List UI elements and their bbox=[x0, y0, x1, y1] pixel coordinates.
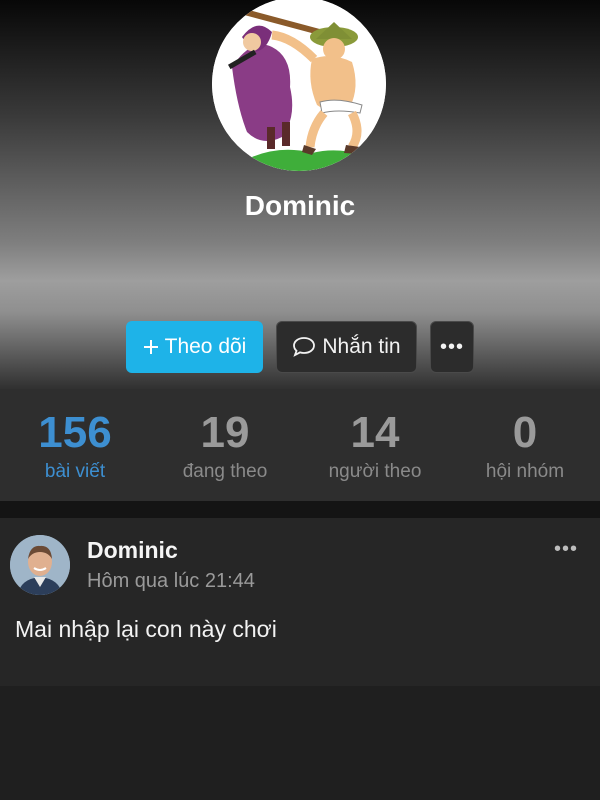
stat-value: 14 bbox=[350, 408, 400, 457]
profile-name: Dominic bbox=[244, 190, 356, 221]
feed-background bbox=[0, 686, 600, 800]
more-options-button[interactable]: ••• bbox=[430, 321, 474, 373]
follow-button[interactable]: Theo dõi bbox=[126, 321, 263, 373]
stat-label: bài viết bbox=[44, 461, 106, 482]
stat-followers[interactable]: 14 người theo bbox=[300, 389, 450, 501]
post-content: Mai nhập lại con này chơi bbox=[15, 616, 277, 642]
post-card: Dominic Hôm qua lúc 21:44 ••• Mai nhập l… bbox=[0, 518, 600, 686]
stat-value: 156 bbox=[38, 408, 112, 457]
post-author-avatar[interactable] bbox=[10, 535, 70, 595]
follow-label: Theo dõi bbox=[164, 335, 247, 358]
section-divider bbox=[0, 501, 600, 518]
cartoon-fight-image bbox=[212, 0, 386, 171]
profile-avatar[interactable] bbox=[212, 0, 386, 171]
chat-bubble-icon bbox=[292, 336, 316, 358]
more-dots-icon: ••• bbox=[439, 335, 464, 358]
stat-groups[interactable]: 0 hội nhóm bbox=[450, 389, 600, 501]
profile-header: Dominic Theo dõi Nhắn tin ••• bbox=[0, 0, 600, 390]
post-author-name[interactable]: Dominic bbox=[87, 537, 178, 564]
plus-icon bbox=[143, 339, 159, 355]
post-more-button[interactable]: ••• bbox=[554, 538, 578, 561]
post-timestamp: Hôm qua lúc 21:44 bbox=[87, 570, 255, 592]
stat-following[interactable]: 19 đang theo bbox=[150, 389, 300, 501]
stat-value: 0 bbox=[512, 408, 538, 457]
stat-label: người theo bbox=[328, 461, 422, 482]
profile-stats: 156 bài viết 19 đang theo 14 người theo … bbox=[0, 389, 600, 501]
person-photo bbox=[10, 535, 70, 595]
stat-label: đang theo bbox=[182, 461, 268, 482]
message-button[interactable]: Nhắn tin bbox=[276, 321, 417, 373]
message-label: Nhắn tin bbox=[322, 335, 401, 358]
stat-posts[interactable]: 156 bài viết bbox=[0, 389, 150, 501]
stat-value: 19 bbox=[200, 408, 250, 457]
stat-label: hội nhóm bbox=[485, 461, 565, 482]
